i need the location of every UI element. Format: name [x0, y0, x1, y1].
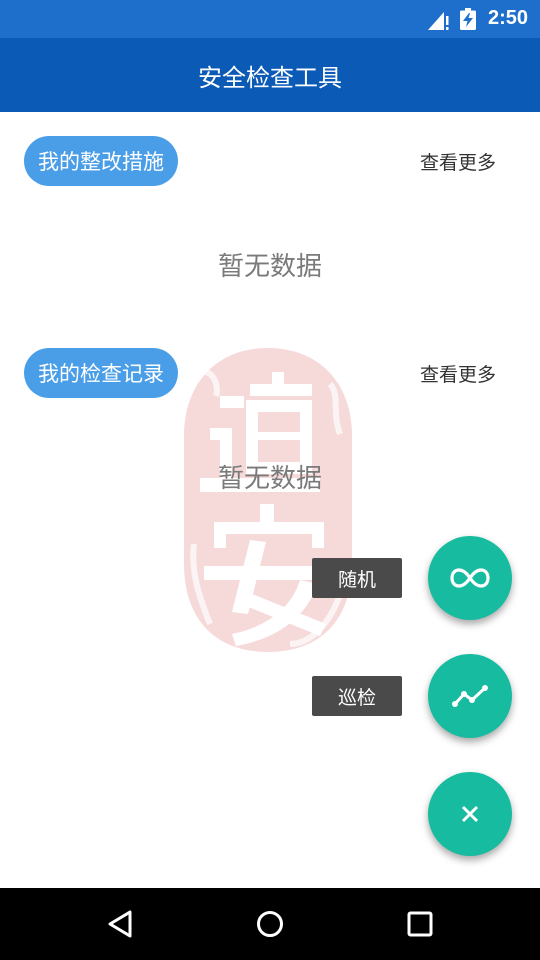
- rectification-title-pill: 我的整改措施: [24, 136, 178, 186]
- app-bar: 安全检查工具: [0, 38, 540, 112]
- inspection-section-header: 我的检查记录 查看更多: [24, 348, 516, 398]
- main-content: 我的整改措施 查看更多 暂无数据 我的检查记录 查看更多 暂无数据 随机 巡检: [0, 112, 540, 888]
- fab-main-close-button[interactable]: [428, 772, 512, 856]
- status-bar: 2:50: [0, 0, 540, 38]
- infinity-icon: [450, 568, 490, 588]
- recents-icon[interactable]: [400, 904, 440, 944]
- home-icon[interactable]: [250, 904, 290, 944]
- signal-icon: [428, 12, 449, 30]
- back-icon[interactable]: [100, 904, 140, 944]
- inspection-empty-text: 暂无数据: [217, 464, 322, 494]
- close-icon: [461, 805, 479, 823]
- fab-patrol-label[interactable]: 巡检: [312, 676, 402, 716]
- page-title: 安全检查工具: [198, 63, 342, 92]
- system-nav-bar: [0, 888, 540, 960]
- fab-random-label[interactable]: 随机: [312, 558, 402, 598]
- inspection-view-more-link[interactable]: 查看更多: [420, 360, 496, 387]
- rectification-empty-text: 暂无数据: [217, 252, 322, 282]
- fab-patrol-button[interactable]: [428, 654, 512, 738]
- battery-charging-icon: [460, 8, 476, 30]
- inspection-title-pill: 我的检查记录: [24, 348, 178, 398]
- fab-random-button[interactable]: [428, 536, 512, 620]
- rectification-section-header: 我的整改措施 查看更多: [24, 136, 516, 186]
- rectification-view-more-link[interactable]: 查看更多: [420, 148, 496, 175]
- status-time: 2:50: [487, 7, 528, 29]
- trending-icon: [452, 685, 488, 707]
